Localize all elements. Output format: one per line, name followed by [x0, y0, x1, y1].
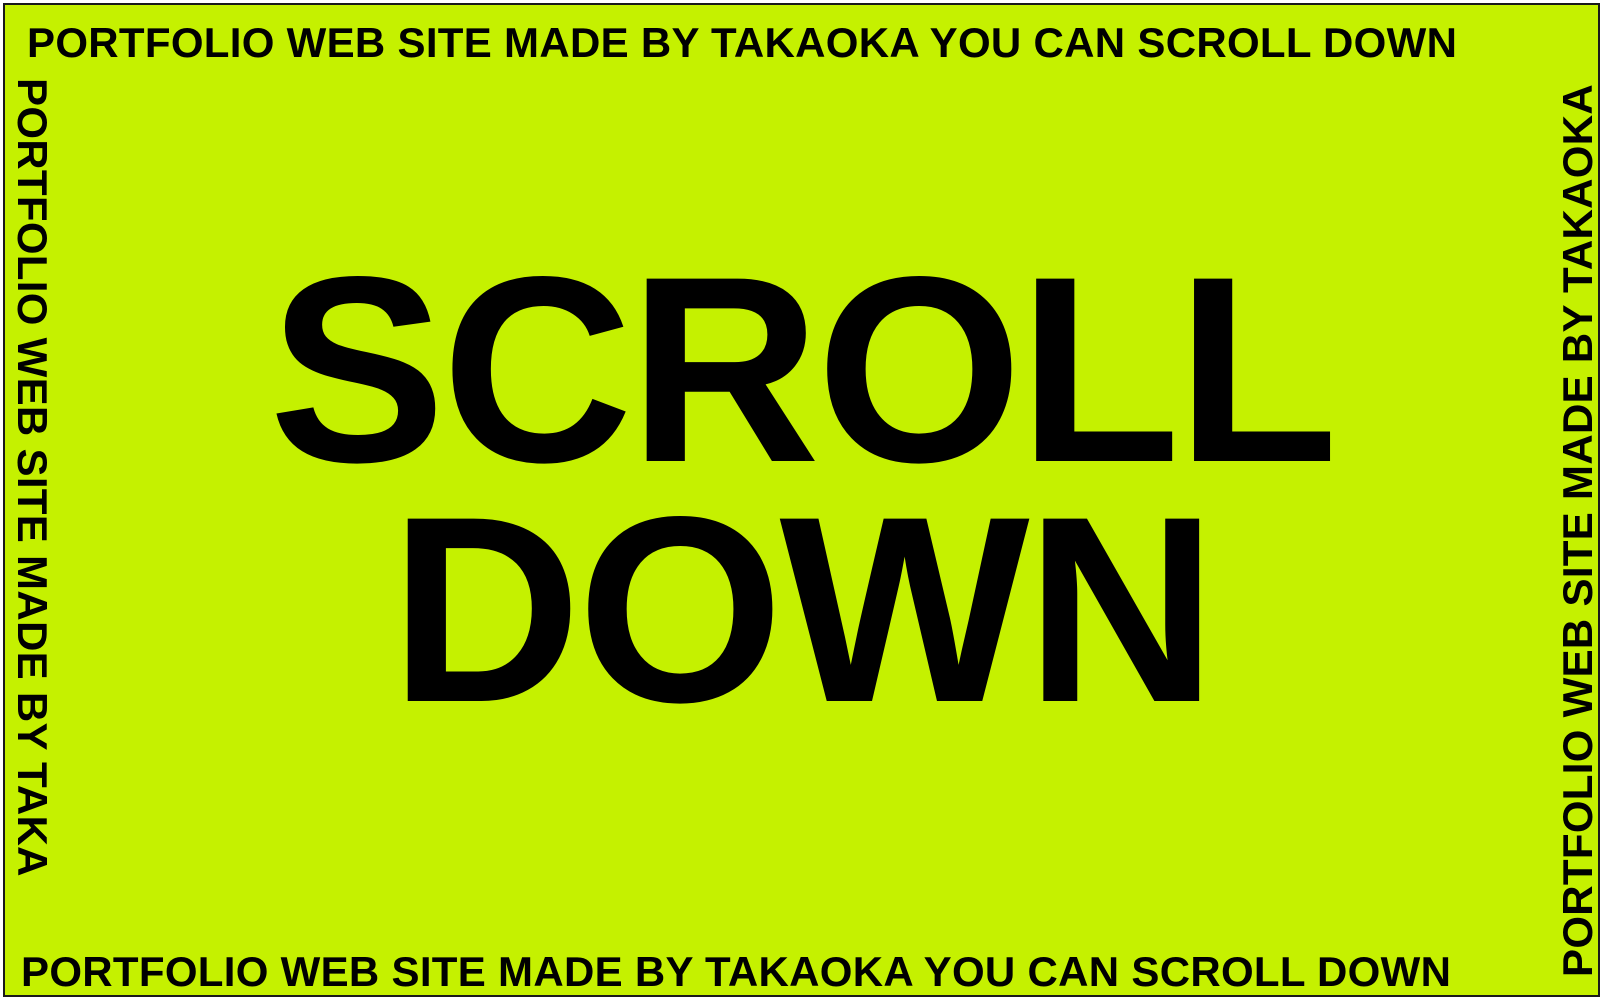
marquee-bottom: PORTFOLIO WEB SITE MADE BY TAKAOKA YOU C… — [21, 948, 1452, 995]
hero-line-scroll: SCROLL — [268, 222, 1338, 518]
page-frame: PORTFOLIO WEB SITE MADE BY TAKAOKA YOU C… — [3, 3, 1600, 997]
scroll-down-hero: SCROLL DOWN — [5, 222, 1598, 758]
marquee-top: PORTFOLIO WEB SITE MADE BY TAKAOKA YOU C… — [27, 19, 1458, 66]
hero-line-down: DOWN — [390, 462, 1217, 758]
